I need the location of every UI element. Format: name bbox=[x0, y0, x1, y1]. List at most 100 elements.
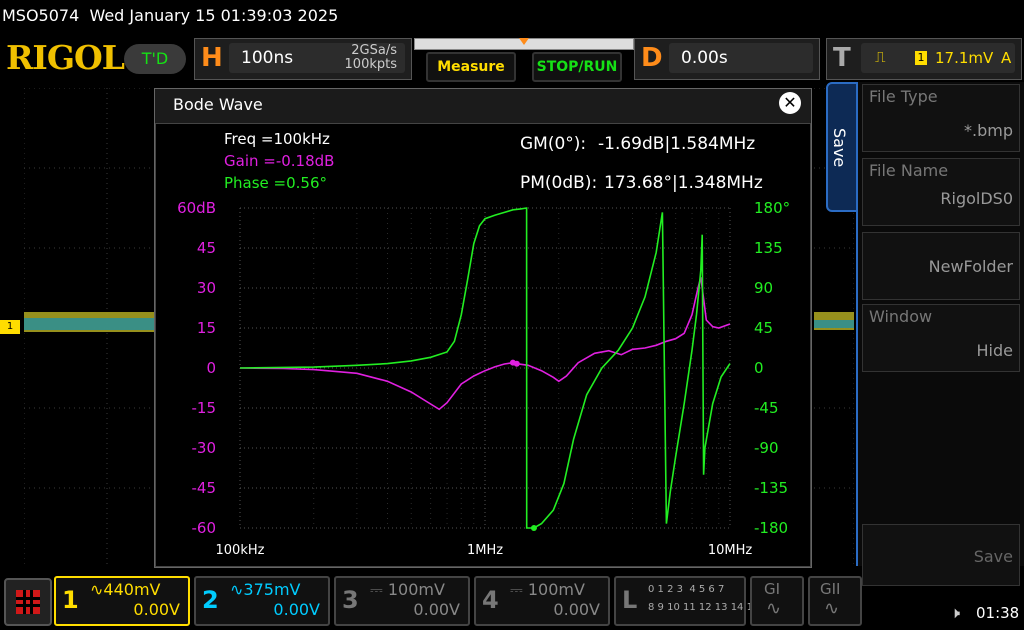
channel4-scale: ⎓ 100mV bbox=[510, 580, 585, 599]
bode-plot-frame: Freq =100kHz Gain =-0.18dB Phase =0.56° … bbox=[155, 123, 811, 567]
timebase-value: 100ns bbox=[241, 48, 294, 68]
horizontal-letter: H bbox=[201, 43, 223, 73]
title-bar: MSO5074 Wed January 15 01:39:03 2025 bbox=[0, 0, 1024, 32]
file-name-label: File Name bbox=[869, 161, 949, 180]
channel1-scale: ∿440mV bbox=[90, 580, 161, 599]
delay-letter: D bbox=[641, 43, 663, 73]
delay-value: 0.00s bbox=[681, 48, 728, 68]
channel2-number: 2 bbox=[202, 586, 219, 614]
window-label: Window bbox=[869, 307, 933, 326]
new-folder-value: NewFolder bbox=[928, 257, 1013, 276]
freq-tick-label: 1MHz bbox=[467, 543, 503, 558]
phase-marker bbox=[530, 525, 537, 531]
gain-tick-label: -60 bbox=[192, 519, 217, 537]
file-type-value: *.bmp bbox=[964, 121, 1013, 140]
trigger-mode: A bbox=[1001, 49, 1012, 67]
grid-icon bbox=[16, 590, 40, 614]
save-button[interactable]: Save bbox=[862, 524, 1020, 586]
freq-tick-label: 10MHz bbox=[708, 543, 753, 558]
generator2-label: GII bbox=[820, 580, 841, 598]
dialog-title: Bode Wave bbox=[173, 95, 263, 114]
trigger-channel-badge: 1 bbox=[915, 51, 927, 65]
datetime: Wed January 15 01:39:03 2025 bbox=[89, 6, 339, 25]
window-button[interactable]: Window Hide bbox=[862, 304, 1020, 372]
phase-tick-label: -135 bbox=[754, 479, 788, 497]
logic-row1: 0 1 2 3 4 5 6 7 bbox=[648, 584, 725, 595]
phase-tick-label: -180 bbox=[754, 519, 788, 537]
generator2-box[interactable]: GII ∿ bbox=[808, 576, 862, 626]
horizontal-panel[interactable]: H 100ns 2GSa/s 100kpts bbox=[194, 38, 412, 80]
measure-button[interactable]: Measure bbox=[426, 52, 516, 82]
gain-marker bbox=[509, 359, 516, 366]
phase-tick-label: -45 bbox=[754, 399, 779, 417]
trigger-edge-icon: ⎍ bbox=[875, 48, 886, 66]
channel3-scale: ⎓ 100mV bbox=[370, 580, 445, 599]
trigger-box: ⎍ 1 17.1mV A bbox=[861, 43, 1015, 73]
gain-tick-label: 30 bbox=[197, 279, 216, 297]
status-time: 01:38 bbox=[976, 604, 1020, 622]
bode-chart: 60dB 180° 45 135 30 90 15 45 0 0 -15 -45 -30 -90 -45 -1… bbox=[177, 199, 790, 558]
stop-run-button[interactable]: STOP/RUN bbox=[532, 52, 622, 82]
save-button-label: Save bbox=[973, 547, 1013, 566]
channel1-box[interactable]: 1 ∿440mV 0.00V bbox=[54, 576, 190, 626]
bode-wave-dialog: Bode Wave ✕ Freq =100kHz Gain =-0.18dB P… bbox=[154, 88, 812, 568]
logic-letter: L bbox=[622, 586, 638, 614]
speaker-mute-icon[interactable]: 🕨 bbox=[950, 603, 960, 623]
channel3-number: 3 bbox=[342, 586, 359, 614]
memory-strip bbox=[414, 38, 634, 50]
channel2-box[interactable]: 2 ∿375mV 0.00V bbox=[194, 576, 330, 626]
sample-rate: 2GSa/s bbox=[351, 43, 397, 58]
phase-tick-label: 45 bbox=[754, 319, 773, 337]
gain-tick-label: 60dB bbox=[177, 199, 216, 217]
gain-tick-label: -45 bbox=[192, 479, 217, 497]
phase-tick-label: 90 bbox=[754, 279, 773, 297]
memory-depth: 100kpts bbox=[344, 57, 397, 72]
phase-tick-label: 180° bbox=[754, 199, 790, 217]
gain-tick-label: -15 bbox=[192, 399, 217, 417]
gain-tick-label: 15 bbox=[197, 319, 216, 337]
phase-tick-label: -90 bbox=[754, 439, 779, 457]
file-name-button[interactable]: File Name RigolDS0 bbox=[862, 158, 1020, 226]
mode-badge[interactable]: T'D bbox=[124, 44, 186, 74]
channel1-offset: 0.00V bbox=[133, 600, 180, 619]
channel1-offset-marker[interactable]: 1 bbox=[0, 320, 20, 334]
menu-button[interactable] bbox=[4, 578, 52, 626]
delay-box: 0.00s bbox=[669, 43, 813, 73]
delay-panel[interactable]: D 0.00s bbox=[634, 38, 820, 80]
logic-box[interactable]: L 0 1 2 3 4 5 6 7 8 9 10 11 12 13 14 15 bbox=[614, 576, 759, 626]
phase-tick-label: 135 bbox=[754, 239, 783, 257]
file-type-label: File Type bbox=[869, 87, 938, 106]
channel4-scale-value: 100mV bbox=[527, 580, 585, 599]
generator1-label: GI bbox=[764, 580, 781, 598]
channel3-box[interactable]: 3 ⎓ 100mV 0.00V bbox=[334, 576, 470, 626]
channel4-box[interactable]: 4 ⎓ 100mV 0.00V bbox=[474, 576, 610, 626]
channel3-offset: 0.00V bbox=[413, 600, 460, 619]
trigger-panel[interactable]: T ⎍ 1 17.1mV A bbox=[826, 38, 1022, 80]
sine-icon: ∿ bbox=[824, 598, 840, 619]
logic-row2: 8 9 10 11 12 13 14 15 bbox=[648, 602, 760, 613]
channel1-scale-value: 440mV bbox=[103, 580, 161, 599]
timebase-box: 100ns 2GSa/s 100kpts bbox=[229, 43, 405, 73]
channel1-number: 1 bbox=[62, 586, 79, 614]
channel4-number: 4 bbox=[482, 586, 499, 614]
new-folder-button[interactable]: NewFolder bbox=[862, 232, 1020, 300]
sine-icon: ∿ bbox=[766, 598, 782, 619]
trigger-letter: T bbox=[833, 43, 851, 73]
channel4-offset: 0.00V bbox=[553, 600, 600, 619]
phase-tick-label: 0 bbox=[754, 359, 764, 377]
channel2-scale: ∿375mV bbox=[230, 580, 301, 599]
file-name-value: RigolDS0 bbox=[940, 189, 1013, 208]
channel2-offset: 0.00V bbox=[273, 600, 320, 619]
gain-tick-label: 0 bbox=[206, 359, 216, 377]
trigger-level: 17.1mV bbox=[935, 49, 994, 67]
gain-tick-label: -30 bbox=[192, 439, 217, 457]
model-name: MSO5074 bbox=[2, 6, 80, 25]
save-tab[interactable]: Save bbox=[826, 82, 860, 212]
rigol-logo: RIGOL bbox=[6, 38, 125, 77]
close-icon: ✕ bbox=[783, 93, 797, 112]
generator1-box[interactable]: GI ∿ bbox=[750, 576, 804, 626]
trigger-position-marker bbox=[519, 38, 529, 45]
close-button[interactable]: ✕ bbox=[779, 92, 801, 114]
save-tab-label: Save bbox=[830, 128, 849, 168]
file-type-button[interactable]: File Type *.bmp bbox=[862, 84, 1020, 152]
